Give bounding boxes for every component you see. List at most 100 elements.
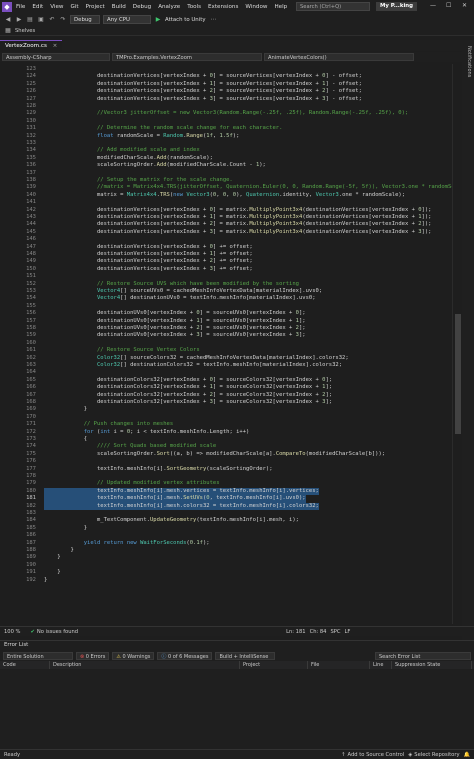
code-line[interactable]: 147 destinationVertices[vertexIndex + 0]… <box>0 244 452 251</box>
code-line[interactable]: 145 destinationVertices[vertexIndex + 3]… <box>0 229 452 236</box>
class-dropdown[interactable]: TMPro.Examples.VertexZoom <box>112 53 262 61</box>
menu-edit[interactable]: Edit <box>32 4 43 10</box>
code-line[interactable]: 123 <box>0 66 452 73</box>
code-line[interactable]: 153 Vector4[] sourceUVs0 = cachedMeshInf… <box>0 288 452 295</box>
code-line[interactable]: 168 destinationColors32[vertexIndex + 3]… <box>0 399 452 406</box>
code-line[interactable]: 192} <box>0 577 452 584</box>
line-endings[interactable]: LF <box>345 629 351 635</box>
search-input[interactable]: Search (Ctrl+Q) <box>296 2 370 11</box>
save-icon[interactable]: ▣ <box>37 16 45 24</box>
undo-icon[interactable]: ↶ <box>48 16 56 24</box>
code-line[interactable]: 142 destinationVertices[vertexIndex + 0]… <box>0 207 452 214</box>
code-line[interactable]: 155 <box>0 303 452 310</box>
column-line[interactable]: Line <box>370 661 392 669</box>
code-line[interactable]: 166 destinationColors32[vertexIndex + 1]… <box>0 384 452 391</box>
code-line[interactable]: 148 destinationVertices[vertexIndex + 1]… <box>0 251 452 258</box>
error-list-search-input[interactable]: Search Error List <box>375 651 471 660</box>
code-line[interactable]: 189 } <box>0 554 452 561</box>
errors-filter-button[interactable]: ⊗ 0 Errors <box>76 651 110 660</box>
zoom-level[interactable]: 100 % <box>4 629 20 635</box>
tab-vertexzoom[interactable]: VertexZoom.cs × <box>0 39 63 52</box>
menu-project[interactable]: Project <box>86 4 105 10</box>
code-line[interactable]: 138 // Setup the matrix for the scale ch… <box>0 177 452 184</box>
code-line[interactable]: 150 destinationVertices[vertexIndex + 3]… <box>0 266 452 273</box>
code-line[interactable]: 144 destinationVertices[vertexIndex + 2]… <box>0 221 452 228</box>
code-line[interactable]: 149 destinationVertices[vertexIndex + 2]… <box>0 258 452 265</box>
code-line[interactable]: 190 <box>0 562 452 569</box>
code-line[interactable]: 132 float randomScale = Random.Range(1f,… <box>0 133 452 140</box>
code-line[interactable]: 173 { <box>0 436 452 443</box>
code-line[interactable]: 141 <box>0 199 452 206</box>
code-line[interactable]: 160 <box>0 340 452 347</box>
code-editor[interactable]: 123 124 destinationVertices[vertexIndex +… <box>0 64 452 624</box>
column-code[interactable]: Code <box>0 661 50 669</box>
menu-file[interactable]: File <box>16 4 25 10</box>
code-line[interactable]: 133 <box>0 140 452 147</box>
code-line[interactable]: 177 textInfo.meshInfo[i].SortGeometry(sc… <box>0 466 452 473</box>
code-line[interactable]: 172 for (int i = 0; i < textInfo.meshInf… <box>0 429 452 436</box>
code-line[interactable]: 170 <box>0 414 452 421</box>
code-line[interactable]: 180 textInfo.meshInfo[i].mesh.vertices =… <box>0 487 452 496</box>
add-to-source-control-button[interactable]: Add to Source Control <box>348 752 405 758</box>
code-line[interactable]: 191 } <box>0 569 452 576</box>
back-icon[interactable]: ◀ <box>4 16 12 24</box>
code-line[interactable]: 152 // Restore Source UVS which have bee… <box>0 281 452 288</box>
code-line[interactable]: 181 textInfo.meshInfo[i].mesh.SetUVs(0, … <box>0 495 452 503</box>
code-line[interactable]: 156 destinationUVs0[vertexIndex + 0] = s… <box>0 310 452 317</box>
select-repository-button[interactable]: Select Repository <box>414 752 459 758</box>
code-line[interactable]: 136 scaleSortingOrder.Add(modifiedCharSc… <box>0 162 452 169</box>
code-line[interactable]: 188 } <box>0 547 452 554</box>
redo-icon[interactable]: ↷ <box>59 16 67 24</box>
menu-build[interactable]: Build <box>112 4 126 10</box>
code-line[interactable]: 137 <box>0 170 452 177</box>
code-line[interactable]: 164 <box>0 369 452 376</box>
menu-analyze[interactable]: Analyze <box>158 4 180 10</box>
menu-tools[interactable]: Tools <box>187 4 201 10</box>
code-line[interactable]: 130 <box>0 118 452 125</box>
code-line[interactable]: 158 destinationUVs0[vertexIndex + 2] = s… <box>0 325 452 332</box>
column-description[interactable]: Description <box>50 661 240 669</box>
scrollbar-thumb[interactable] <box>455 314 461 434</box>
code-line[interactable]: 174 //// Sort Quads based modified scale <box>0 443 452 450</box>
close-icon[interactable]: ✕ <box>462 2 467 9</box>
code-line[interactable]: 127 destinationVertices[vertexIndex + 3]… <box>0 96 452 103</box>
member-dropdown[interactable]: AnimateVertexColors() <box>264 53 414 61</box>
column-suppression-state[interactable]: Suppression State <box>392 661 472 669</box>
line-number[interactable]: Ln: 181 <box>286 629 305 635</box>
code-line[interactable]: 176 <box>0 458 452 465</box>
code-line[interactable]: 126 destinationVertices[vertexIndex + 2]… <box>0 88 452 95</box>
code-line[interactable]: 139 //matrix = Matrix4x4.TRS(jitterOffse… <box>0 184 452 191</box>
code-line[interactable]: 146 <box>0 236 452 243</box>
indent-mode[interactable]: SPC <box>331 629 341 635</box>
code-line[interactable]: 169 } <box>0 406 452 413</box>
code-line[interactable]: 184 m_TextComponent.UpdateGeometry(textI… <box>0 517 452 524</box>
code-line[interactable]: 178 <box>0 473 452 480</box>
code-line[interactable]: 171 // Push changes into meshes <box>0 421 452 428</box>
code-line[interactable]: 134 // Add modified scale and index <box>0 147 452 154</box>
code-line[interactable]: 135 modifiedCharScale.Add(randomScale); <box>0 155 452 162</box>
platform-dropdown[interactable]: Any CPU <box>103 15 151 24</box>
play-icon[interactable]: ▶ <box>154 16 162 24</box>
menu-window[interactable]: Window <box>245 4 267 10</box>
code-line[interactable]: 151 <box>0 273 452 280</box>
code-line[interactable]: 185 } <box>0 525 452 532</box>
notifications-panel[interactable]: Notifications <box>462 40 474 640</box>
menu-git[interactable]: Git <box>71 4 79 10</box>
warnings-filter-button[interactable]: ⚠ 0 Warnings <box>112 651 155 660</box>
scope-dropdown[interactable]: Entire Solution <box>3 651 73 660</box>
new-file-icon[interactable]: ▤ <box>26 16 34 24</box>
code-line[interactable]: 163 Color32[] destinationColors32 = text… <box>0 362 452 369</box>
forward-icon[interactable]: ▶ <box>15 16 23 24</box>
menu-help[interactable]: Help <box>274 4 287 10</box>
messages-filter-button[interactable]: ⓘ 0 of 6 Messages <box>157 651 213 660</box>
code-line[interactable]: 125 destinationVertices[vertexIndex + 1]… <box>0 81 452 88</box>
code-line[interactable]: 179 // Updated modified vertex attribute… <box>0 480 452 487</box>
build-filter-dropdown[interactable]: Build + IntelliSense <box>215 651 276 660</box>
code-line[interactable]: 140 matrix = Matrix4x4.TRS(new Vector3(0… <box>0 192 452 199</box>
code-line[interactable]: 128 <box>0 103 452 110</box>
code-line[interactable]: 182 textInfo.meshInfo[i].mesh.colors32 =… <box>0 502 452 510</box>
code-line[interactable]: 175 scaleSortingOrder.Sort((a, b) => mod… <box>0 451 452 458</box>
code-line[interactable]: 157 destinationUVs0[vertexIndex + 1] = s… <box>0 318 452 325</box>
code-line[interactable]: 129 //Vector3 jitterOffset = new Vector3… <box>0 110 452 117</box>
code-line[interactable]: 165 destinationColors32[vertexIndex + 0]… <box>0 377 452 384</box>
